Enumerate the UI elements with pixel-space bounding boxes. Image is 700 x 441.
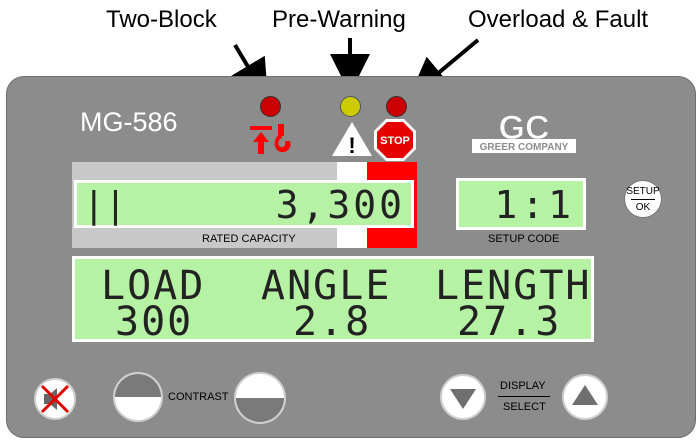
contrast-dark-half xyxy=(236,398,284,422)
contrast-decrease-button[interactable] xyxy=(113,372,163,422)
greer-company-logo: GC GREER COMPANY xyxy=(472,109,576,153)
rated-capacity-label: RATED CAPACITY xyxy=(202,233,296,245)
contrast-label: CONTRAST xyxy=(168,391,229,403)
greer-company-text: GREER COMPANY xyxy=(480,142,569,153)
main-lcd: LOAD ANGLE LENGTH 300 2.8 27.3 xyxy=(72,256,594,345)
up-arrow-icon xyxy=(572,385,598,405)
model-label: MG-586 xyxy=(80,107,178,137)
load-value: 300 xyxy=(115,299,194,345)
overload-fault-led xyxy=(386,96,407,117)
setup-code-label: SETUP CODE xyxy=(488,233,560,245)
two-block-icon xyxy=(250,124,291,154)
stop-text: STOP xyxy=(380,135,410,147)
warning-exclamation: ! xyxy=(348,133,355,158)
rated-capacity-lcd: || 3,300 xyxy=(74,180,414,228)
select-label: SELECT xyxy=(503,401,546,413)
down-arrow-icon xyxy=(450,389,476,409)
speaker-muted-icon xyxy=(40,384,70,414)
angle-value: 2.8 xyxy=(293,299,372,345)
display-select-divider xyxy=(498,396,550,397)
setup-ok-button[interactable]: SETUP OK xyxy=(624,180,662,218)
setup-code-value: 1:1 xyxy=(494,183,575,227)
display-up-button[interactable] xyxy=(562,374,608,420)
setup-code-lcd: 1:1 xyxy=(456,178,586,230)
length-value: 27.3 xyxy=(457,299,562,345)
display-down-button[interactable] xyxy=(440,374,486,420)
contrast-increase-button[interactable] xyxy=(234,372,286,424)
rated-capacity-value: 3,300 xyxy=(275,183,405,227)
mute-button[interactable] xyxy=(34,378,76,420)
warning-triangle-icon: ! xyxy=(332,122,372,158)
display-label: DISPLAY xyxy=(500,380,546,392)
pre-warning-led xyxy=(340,96,361,117)
two-block-led xyxy=(260,96,281,117)
ok-button-label: OK xyxy=(635,202,651,213)
contrast-dark-half xyxy=(115,374,161,397)
stop-sign-icon: STOP xyxy=(374,119,416,161)
capacity-mode-symbol: || xyxy=(83,185,127,226)
setup-button-label: SETUP xyxy=(626,186,660,197)
